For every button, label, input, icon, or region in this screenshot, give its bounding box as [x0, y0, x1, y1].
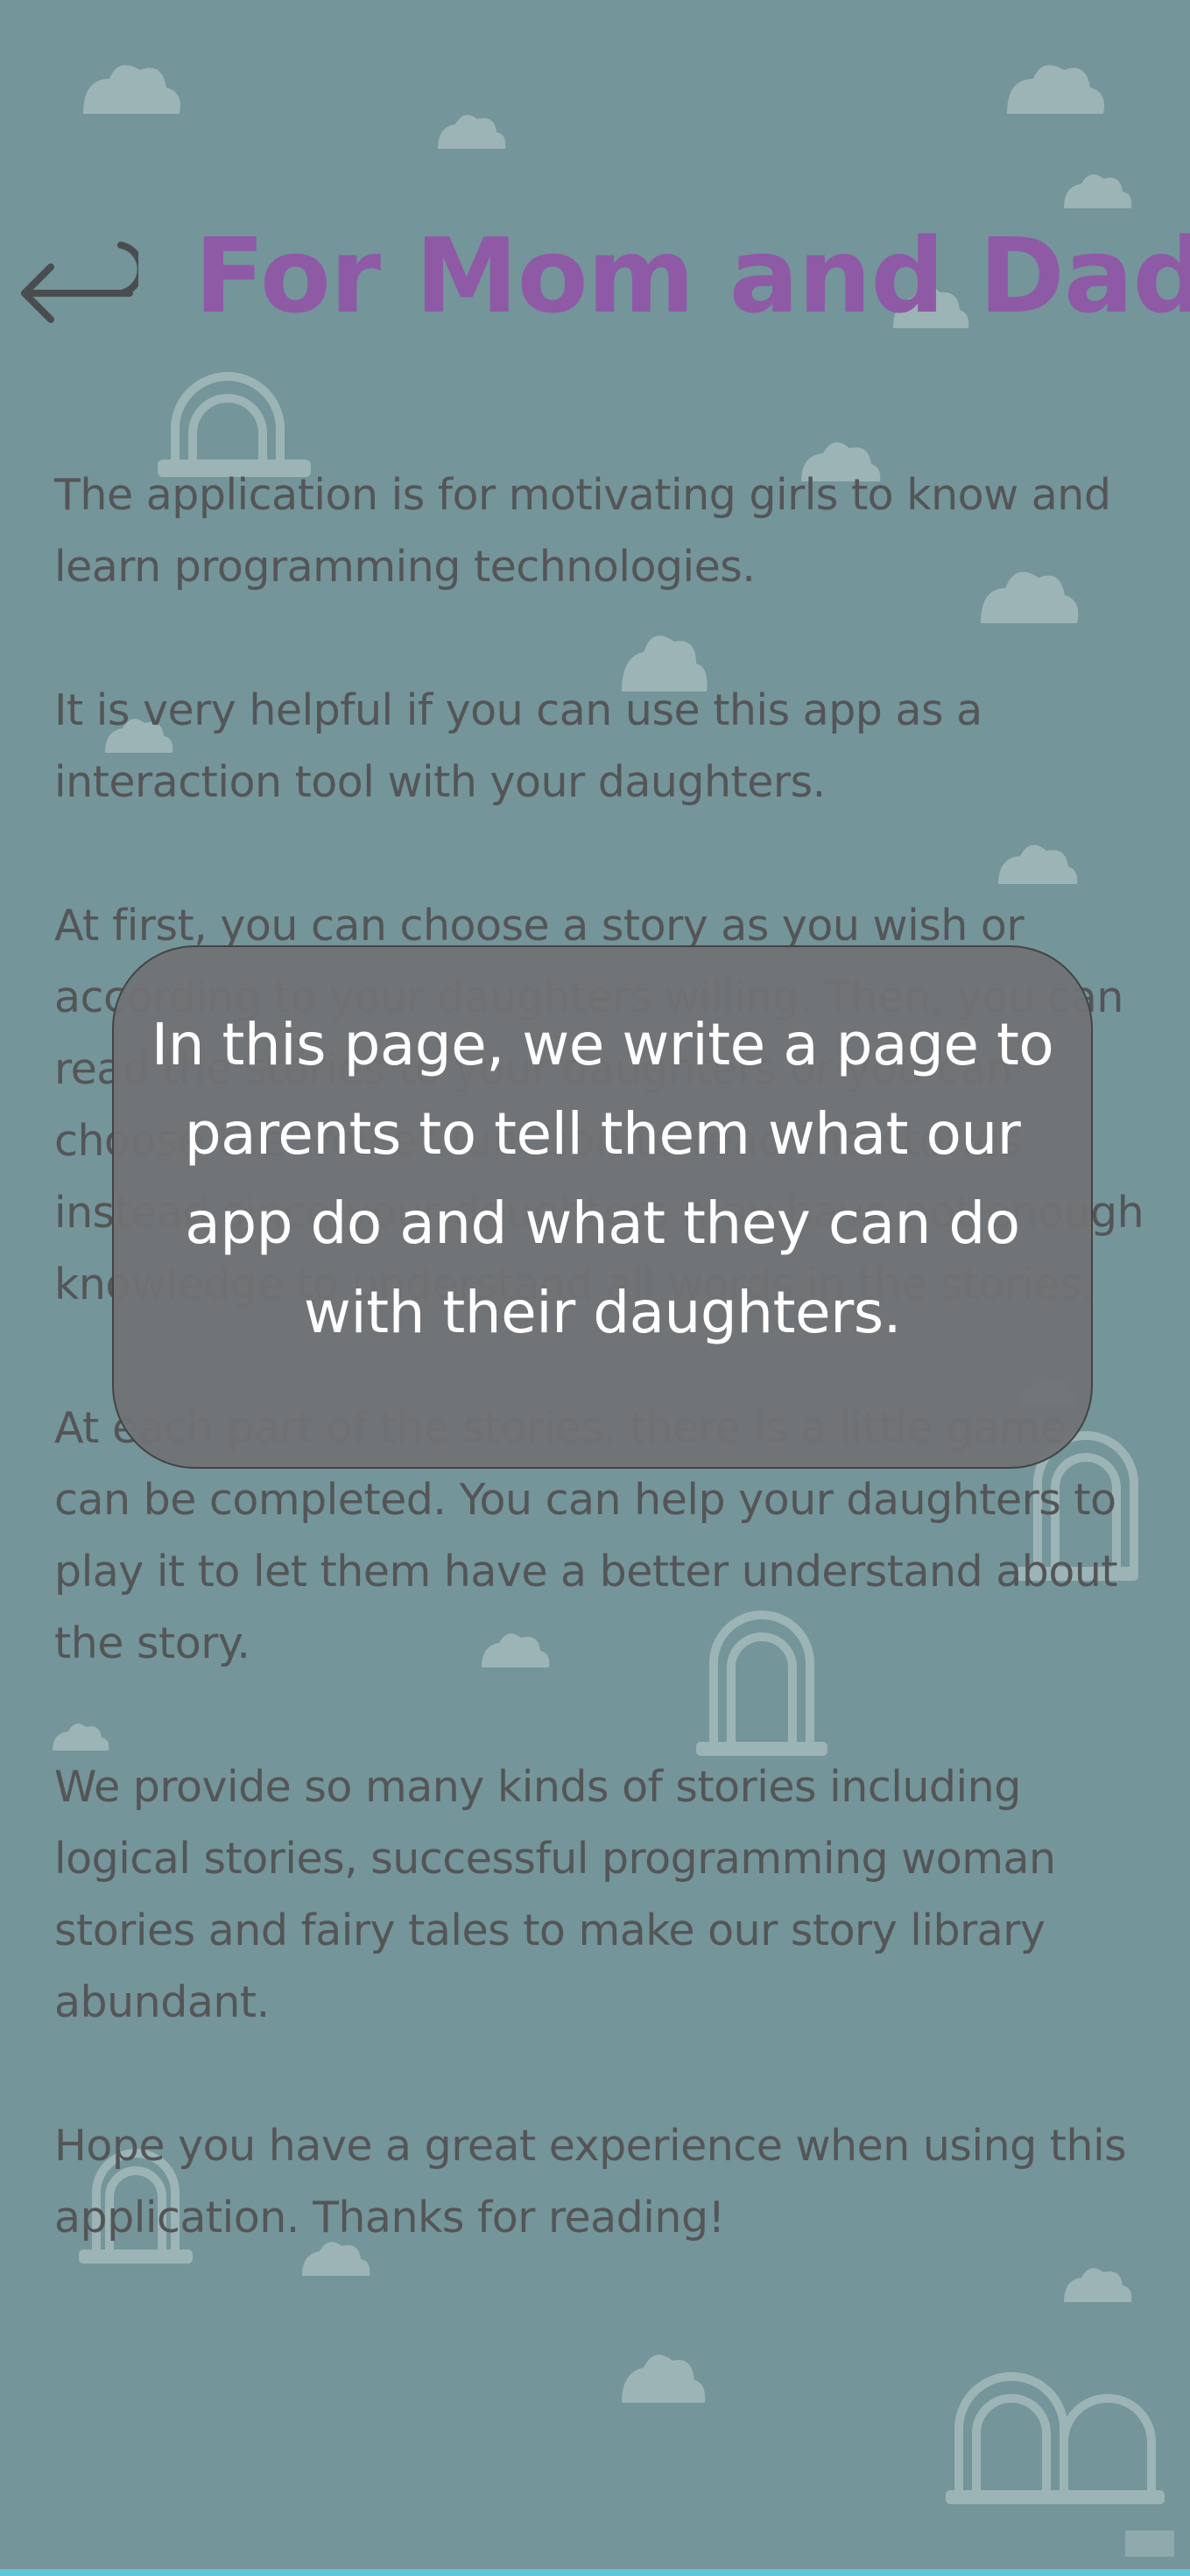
- paragraph-purpose: The application is for motivating girls …: [54, 470, 1111, 592]
- paragraph-closing: Hope you have a great experience when us…: [54, 2121, 1127, 2243]
- tooltip-text: In this page, we write a page to parents…: [151, 1011, 1054, 1346]
- bottom-strip: [0, 2569, 1190, 2576]
- paragraph-story-kinds: We provide so many kinds of stories incl…: [54, 1762, 1056, 2027]
- return-arrow-icon: [21, 242, 144, 323]
- explanation-tooltip[interactable]: In this page, we write a page to parents…: [112, 945, 1093, 1469]
- paragraph-interaction: It is very helpful if you can use this a…: [54, 685, 982, 807]
- back-button[interactable]: [16, 228, 144, 333]
- page-title: For Mom and Dad: [194, 215, 1190, 336]
- corner-decoration: [1125, 2530, 1174, 2557]
- header: For Mom and Dad: [0, 197, 1190, 354]
